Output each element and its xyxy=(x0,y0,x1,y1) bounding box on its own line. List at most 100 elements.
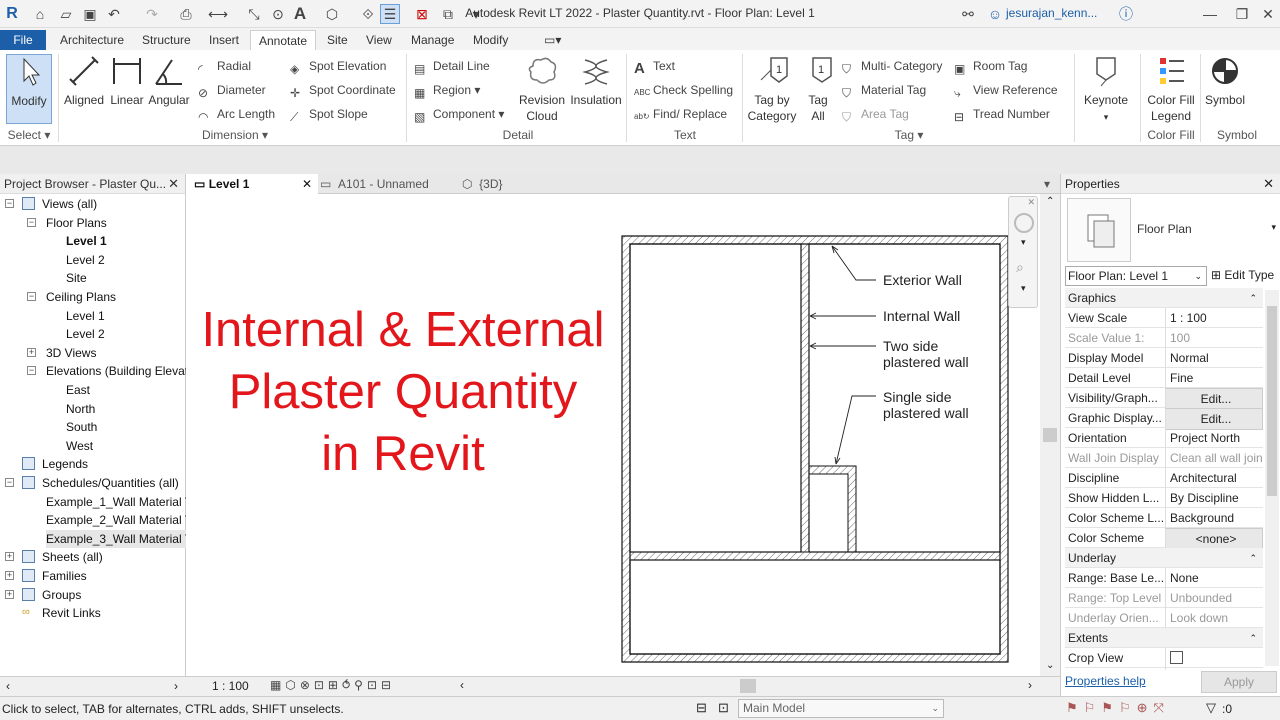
property-group[interactable]: Extents ⌃ xyxy=(1065,628,1263,648)
close-icon[interactable]: ✕ xyxy=(1027,197,1035,208)
tree-node-revit-links[interactable]: Revit Links xyxy=(42,604,101,622)
tree-node-example-3[interactable]: Example_3_Wall Material T xyxy=(46,529,193,548)
region-button[interactable]: ▦ Region ▾ xyxy=(414,81,480,100)
tabs-menu-icon[interactable]: ▾ xyxy=(1044,174,1050,194)
customize-qat-icon[interactable]: ▾ xyxy=(466,4,486,24)
browser-scrollbar[interactable]: ‹ › xyxy=(0,676,186,696)
design-options-icon[interactable]: ⊡ xyxy=(718,700,729,716)
multi-category-button[interactable]: ⛉ Multi- Category xyxy=(842,57,942,76)
spot-slope-button[interactable]: ⟋ Spot Slope xyxy=(290,105,368,124)
check-spelling-button[interactable]: ABC Check Spelling xyxy=(634,81,733,99)
property-row[interactable]: Crop View xyxy=(1065,648,1263,670)
single-side-wall[interactable] xyxy=(808,465,857,553)
tree-node-east[interactable]: East xyxy=(66,381,90,399)
filter-icon[interactable]: ▽ xyxy=(1206,700,1216,716)
scroll-thumb[interactable] xyxy=(1267,306,1277,496)
property-value[interactable]: None xyxy=(1165,568,1263,588)
property-row[interactable]: Show Hidden L... By Discipline xyxy=(1065,488,1263,508)
tab-architecture[interactable]: Architecture xyxy=(52,30,132,50)
tag-by-category-button[interactable]: 1 Tag by Category xyxy=(746,54,798,124)
apply-button[interactable]: Apply xyxy=(1201,671,1277,693)
tree-node-south[interactable]: South xyxy=(66,418,97,436)
open-icon[interactable]: ▱ xyxy=(56,4,76,24)
user-name[interactable]: jesurajan_kenn... xyxy=(1006,6,1097,20)
insulation-button[interactable]: Insulation xyxy=(568,54,624,108)
expand-icon[interactable]: + xyxy=(27,347,36,357)
close-icon[interactable]: ✕ xyxy=(168,174,179,194)
instance-selector[interactable]: Floor Plan: Level 1 ⌄ xyxy=(1065,266,1207,286)
property-value[interactable] xyxy=(1165,648,1263,670)
print-icon[interactable]: ⎙ xyxy=(176,4,196,24)
tab-level-1[interactable]: ▭ Level 1 ✕ xyxy=(186,174,318,194)
internal-wall-vertical[interactable] xyxy=(800,243,810,553)
tree-node-example-1[interactable]: Example_1_Wall Material T xyxy=(46,493,192,511)
steering-wheel-icon[interactable] xyxy=(1014,213,1034,233)
tree-node-elevations[interactable]: Elevations (Building Elevat xyxy=(46,362,188,380)
tree-node-level-1[interactable]: Level 1 xyxy=(66,232,107,250)
aligned-dimension-icon[interactable]: ⤡ xyxy=(244,4,264,24)
property-row[interactable]: Color Scheme L... Background xyxy=(1065,508,1263,528)
tree-node-legends[interactable]: Legends xyxy=(42,455,88,473)
property-row[interactable]: Wall Join Display Clean all wall joins xyxy=(1065,448,1263,468)
save-icon[interactable]: ▣ xyxy=(80,4,100,24)
collapse-group-icon[interactable]: ⌃ xyxy=(1249,288,1257,308)
collapse-icon[interactable]: − xyxy=(5,199,14,208)
tab-structure[interactable]: Structure xyxy=(134,30,199,50)
tree-node-sheets[interactable]: Sheets (all) xyxy=(42,548,103,566)
expand-icon[interactable]: + xyxy=(5,552,14,562)
view-control-icons[interactable]: ▦⬡⊗⊡⊞⥀⚲⊡⊟ xyxy=(270,678,395,692)
arc-length-button[interactable]: ◠ Arc Length xyxy=(198,105,275,124)
drawing-canvas[interactable]: Internal & External Plaster Quantity in … xyxy=(186,194,1060,676)
scroll-right-icon[interactable]: › xyxy=(1028,678,1032,692)
tag-icon[interactable]: ⊙ xyxy=(268,4,288,24)
collapse-icon[interactable]: − xyxy=(27,217,36,227)
diameter-button[interactable]: ⊘ Diameter xyxy=(198,81,266,100)
select-panel-label[interactable]: Select ▾ xyxy=(4,128,54,142)
property-value[interactable]: 100 xyxy=(1165,328,1263,348)
collapse-icon[interactable]: − xyxy=(27,366,36,376)
scroll-down-icon[interactable]: ⌄ xyxy=(1046,660,1054,671)
floor-plan-drawing[interactable] xyxy=(186,194,1060,676)
property-row[interactable]: Discipline Architectural xyxy=(1065,468,1263,488)
tag-all-button[interactable]: 1 Tag All xyxy=(800,54,836,124)
home-icon[interactable]: ⌂ xyxy=(30,4,50,24)
room-tag-button[interactable]: ▣ Room Tag xyxy=(954,57,1027,76)
type-name[interactable]: Floor Plan xyxy=(1137,222,1192,236)
area-tag-button[interactable]: ⛉ Area Tag xyxy=(842,105,909,124)
tree-node-families[interactable]: Families xyxy=(42,567,87,585)
spot-elevation-button[interactable]: ◈ Spot Elevation xyxy=(290,57,386,76)
help-icon[interactable]: ⓘ xyxy=(1116,4,1136,24)
scroll-left-icon[interactable]: ‹ xyxy=(6,679,10,693)
property-row[interactable]: Detail Level Fine xyxy=(1065,368,1263,388)
worksets-icon[interactable]: ⊟ xyxy=(696,700,707,716)
view-reference-button[interactable]: ⤷ View Reference xyxy=(954,81,1058,100)
tree-node-views-all[interactable]: Views (all) xyxy=(42,195,97,213)
property-value[interactable]: Background xyxy=(1165,508,1263,528)
property-value[interactable]: 1 : 100 xyxy=(1165,308,1263,328)
user-icon[interactable]: ☺ xyxy=(985,4,1005,24)
color-fill-legend-button[interactable]: Color Fill Legend xyxy=(1144,54,1198,124)
close-icon[interactable]: ✕ xyxy=(1258,4,1278,24)
revision-cloud-button[interactable]: Revision Cloud xyxy=(518,54,566,124)
property-row[interactable]: Orientation Project North xyxy=(1065,428,1263,448)
tree-node-ceiling-plans[interactable]: Ceiling Plans xyxy=(46,288,116,306)
expand-icon[interactable]: + xyxy=(5,589,14,599)
section-icon[interactable]: ⟐ xyxy=(358,4,378,24)
keynote-button[interactable]: Keynote ▾ xyxy=(1080,54,1132,125)
dropdown-icon[interactable]: ▾ xyxy=(1021,283,1026,294)
properties-scrollbar[interactable] xyxy=(1265,290,1279,666)
property-value[interactable]: <none> xyxy=(1165,528,1263,550)
dropdown-icon[interactable]: ▾ xyxy=(1021,237,1026,248)
edit-type-button[interactable]: ⊞ Edit Type xyxy=(1211,268,1274,282)
property-value[interactable]: Project North xyxy=(1165,428,1263,448)
tree-node-ceiling-level-2[interactable]: Level 2 xyxy=(66,325,105,343)
modify-button[interactable]: Modify xyxy=(6,54,52,124)
thin-lines-icon[interactable]: ☰ xyxy=(380,4,400,24)
tab-a101[interactable]: ▭ A101 - Unnamed xyxy=(320,174,429,194)
properties-help-link[interactable]: Properties help xyxy=(1065,674,1146,688)
property-value[interactable]: Clean all wall joins xyxy=(1165,448,1263,468)
collapse-group-icon[interactable]: ⌃ xyxy=(1249,548,1257,568)
measure-icon[interactable]: ⟷ xyxy=(208,4,228,24)
tree-node-groups[interactable]: Groups xyxy=(42,586,81,604)
collapse-icon[interactable]: − xyxy=(27,292,36,301)
